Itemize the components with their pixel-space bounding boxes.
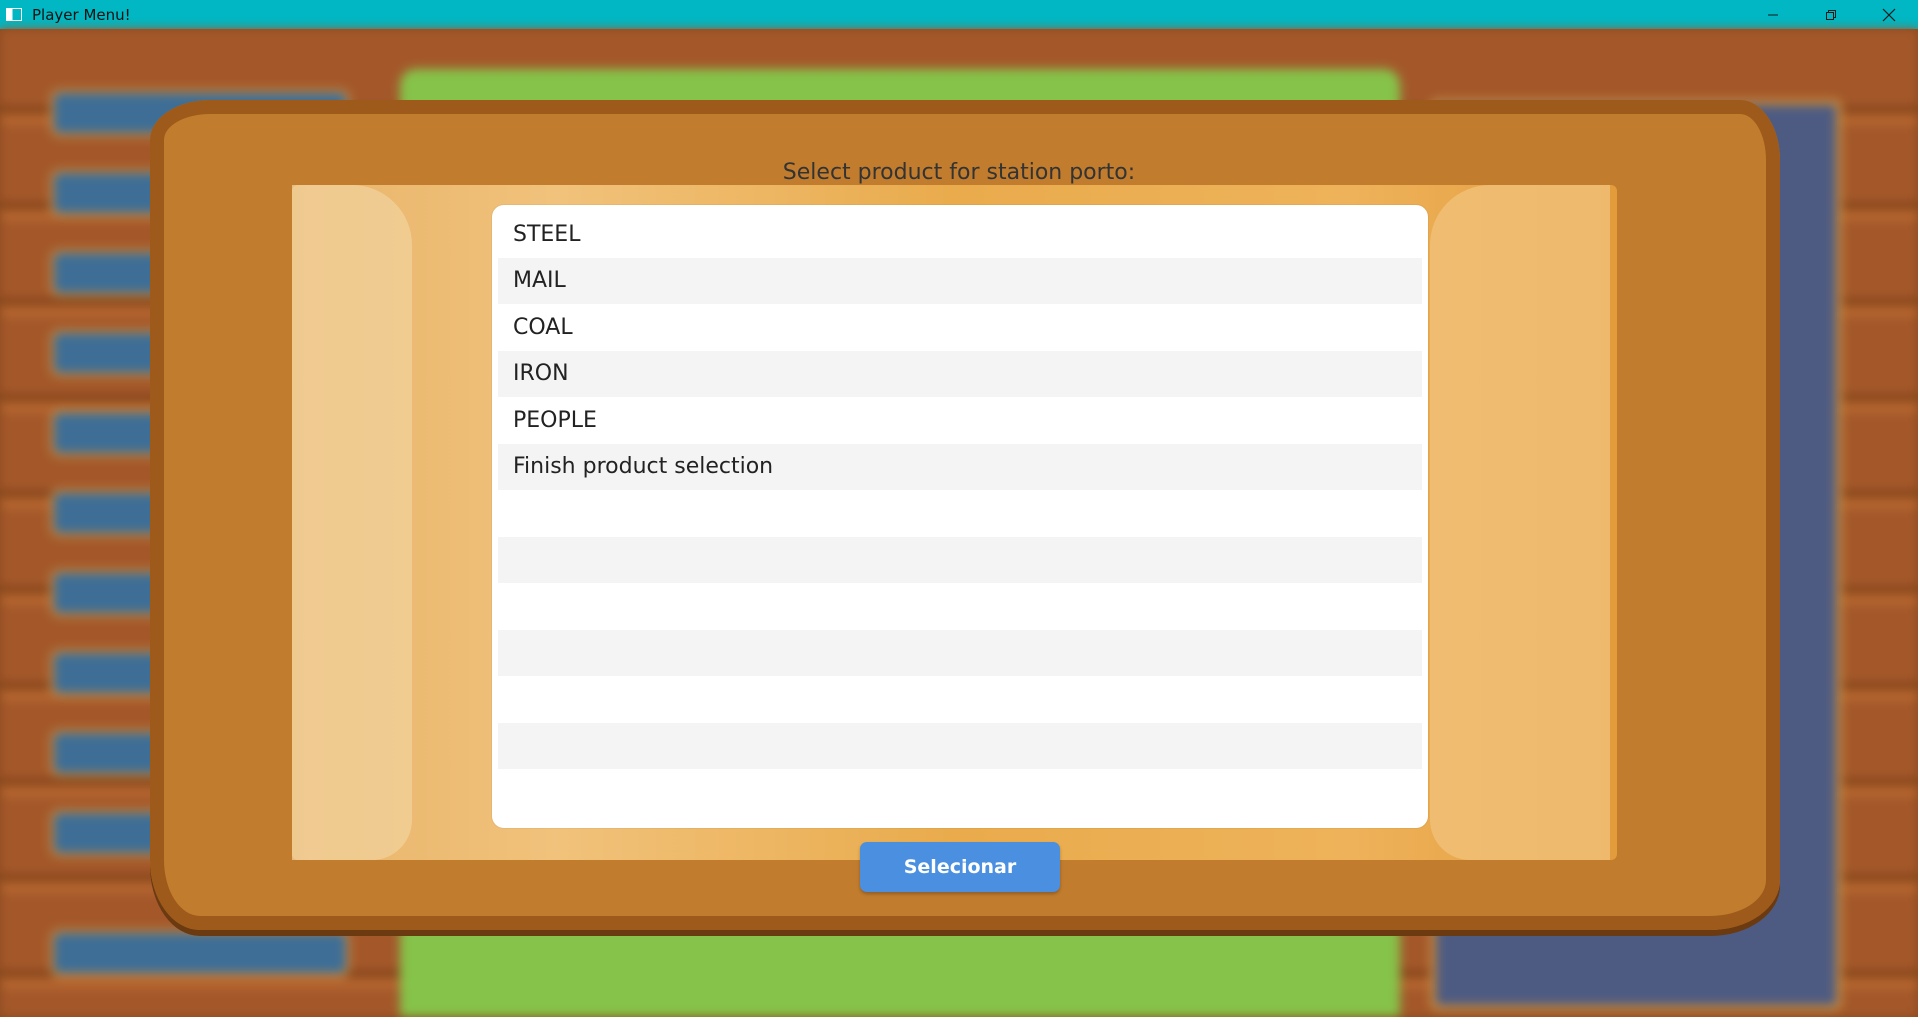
close-icon <box>1882 8 1896 21</box>
list-item[interactable]: MAIL <box>498 257 1422 304</box>
list-item[interactable]: COAL <box>498 304 1422 351</box>
minimize-button[interactable] <box>1744 0 1802 29</box>
restore-icon <box>1826 9 1836 20</box>
list-item[interactable]: IRON <box>498 350 1422 397</box>
dialog-prompt: Select product for station porto: <box>782 160 1136 185</box>
minimize-icon <box>1768 14 1778 15</box>
parchment-edge <box>1430 185 1610 860</box>
parchment-edge <box>292 185 412 860</box>
background-menu-button <box>50 929 350 977</box>
list-item-empty <box>498 769 1422 816</box>
list-item-empty <box>498 722 1422 769</box>
restore-button[interactable] <box>1802 0 1860 29</box>
window-title: Player Menu! <box>32 5 131 24</box>
background-map-bottom <box>400 919 1400 1017</box>
list-item[interactable]: Finish product selection <box>498 443 1422 490</box>
list-item-empty <box>498 536 1422 583</box>
list-item-empty <box>498 629 1422 676</box>
select-button[interactable]: Selecionar <box>860 842 1060 892</box>
list-item-empty <box>498 676 1422 723</box>
close-button[interactable] <box>1860 0 1918 29</box>
window-titlebar: Player Menu! <box>0 0 1918 29</box>
product-list[interactable]: STEEL MAIL COAL IRON PEOPLE Finish product se… <box>492 205 1428 828</box>
list-item-empty <box>498 583 1422 630</box>
window-controls <box>1744 0 1918 29</box>
app-icon <box>6 8 22 21</box>
list-item-empty <box>498 490 1422 537</box>
list-item[interactable]: PEOPLE <box>498 397 1422 444</box>
list-item[interactable]: STEEL <box>498 211 1422 258</box>
